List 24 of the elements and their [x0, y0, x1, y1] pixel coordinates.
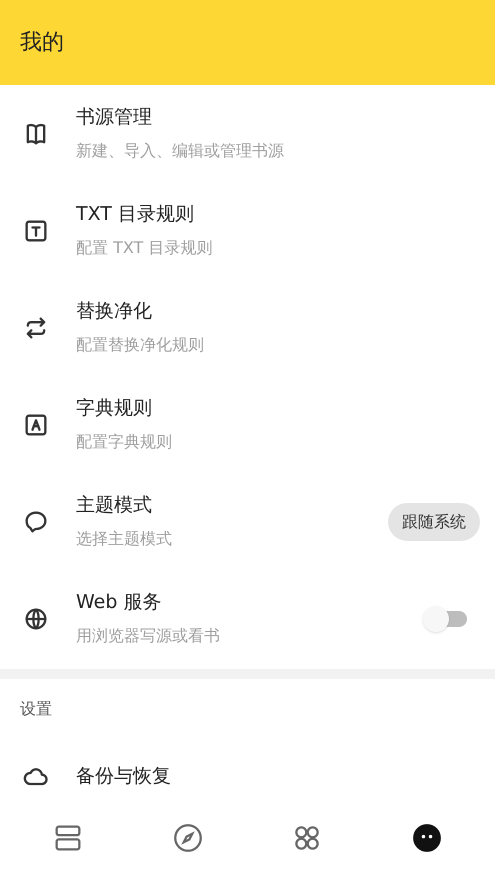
item-subtitle: 配置 TXT 目录规则 — [76, 238, 214, 258]
item-title: Web 服务 — [76, 590, 162, 614]
item-title: 主题模式 — [76, 494, 153, 518]
theme-chip[interactable]: 跟随系统 — [388, 502, 480, 540]
item-title: TXT 目录规则 — [76, 202, 195, 226]
item-subtitle: 选择主题模式 — [76, 529, 173, 550]
section-header: 设置 — [20, 698, 52, 720]
item-subtitle: 配置字典规则 — [76, 432, 173, 452]
item-title: 字典规则 — [76, 396, 153, 420]
toggle-switch[interactable] — [423, 606, 467, 632]
settings-item[interactable]: TXT 目录规则 配置 TXT 目录规则 — [0, 182, 495, 279]
settings-item[interactable]: Web 服务 用浏览器写源或看书 — [0, 570, 495, 667]
item-subtitle: 新建、导入、编辑或管理书源 — [76, 141, 285, 162]
settings-item[interactable]: 字典规则 配置字典规则 — [0, 376, 495, 473]
item-subtitle: 用浏览器写源或看书 — [76, 626, 221, 646]
page-title: 我的 — [20, 29, 64, 57]
settings-item[interactable]: 替换净化 配置替换净化规则 — [0, 279, 495, 376]
settings-item[interactable]: 书源管理 新建、导入、编辑或管理书源 — [0, 85, 495, 182]
item-title: 书源管理 — [76, 106, 153, 130]
item-subtitle: 配置替换净化规则 — [76, 335, 205, 356]
item-title: 替换净化 — [76, 300, 153, 324]
item-title: 备份与恢复 — [76, 765, 172, 789]
settings-item[interactable]: 备份与恢复 — [0, 739, 495, 805]
settings-item[interactable]: 主题模式 选择主题模式 跟随系统 — [0, 473, 495, 570]
